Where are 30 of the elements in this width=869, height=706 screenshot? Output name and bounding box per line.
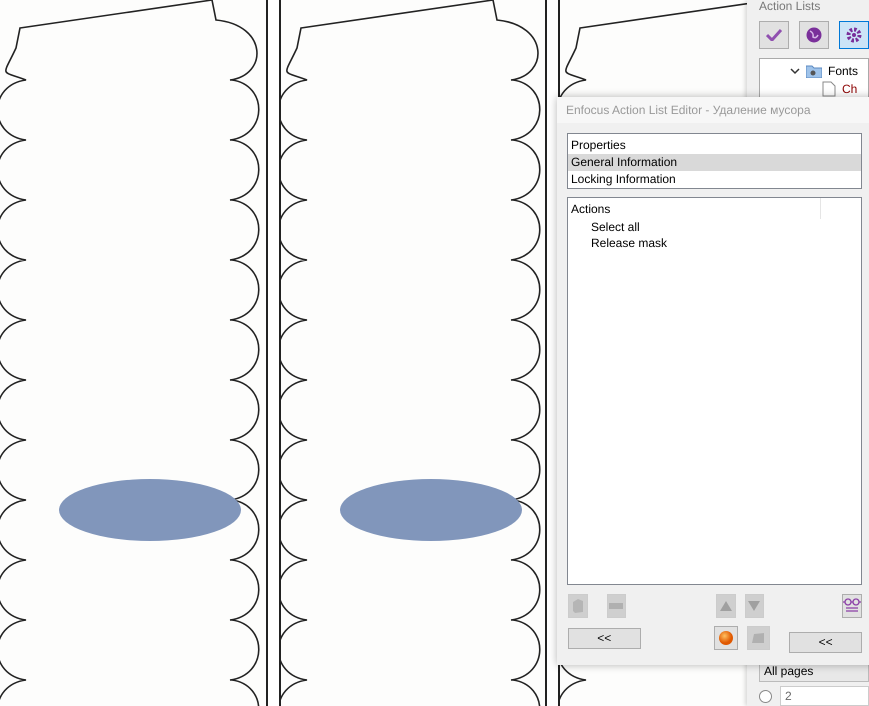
dialog-title: Enfocus Action List Editor - Удаление мусора — [557, 97, 869, 123]
globe-icon — [806, 27, 822, 43]
tool-button[interactable] — [714, 626, 738, 650]
list-item[interactable]: General Information — [568, 154, 861, 171]
settings-icon — [846, 27, 862, 43]
tree-item[interactable]: Fonts — [828, 64, 858, 78]
chevron-down-icon[interactable] — [790, 66, 800, 76]
action-item[interactable]: Select all — [568, 219, 861, 235]
folder-gear-icon — [806, 64, 822, 78]
page-number-field[interactable]: 2 — [780, 686, 869, 706]
document-icon — [822, 81, 836, 97]
glasses-icon — [843, 598, 861, 614]
action-item[interactable]: Release mask — [568, 235, 861, 251]
column-header: Actions — [568, 198, 821, 219]
panel-title: Action Lists — [759, 0, 822, 13]
tree-item[interactable]: Ch — [842, 82, 858, 96]
check-icon — [766, 29, 782, 41]
collapse-button[interactable]: << — [568, 628, 641, 648]
toolbar-button[interactable] — [799, 21, 829, 49]
toolbar-button[interactable] — [759, 21, 789, 49]
toolbar-button[interactable] — [839, 21, 869, 49]
ball-icon — [718, 631, 733, 645]
radio-button[interactable] — [759, 690, 772, 702]
minus-icon — [609, 603, 624, 609]
down-triangle-icon — [748, 601, 760, 611]
list-item[interactable]: Locking Information — [568, 171, 861, 188]
up-triangle-icon — [720, 601, 732, 611]
collapse-button[interactable]: << — [789, 632, 862, 652]
list-header: Properties — [570, 137, 627, 154]
tool-button[interactable] — [842, 594, 862, 618]
